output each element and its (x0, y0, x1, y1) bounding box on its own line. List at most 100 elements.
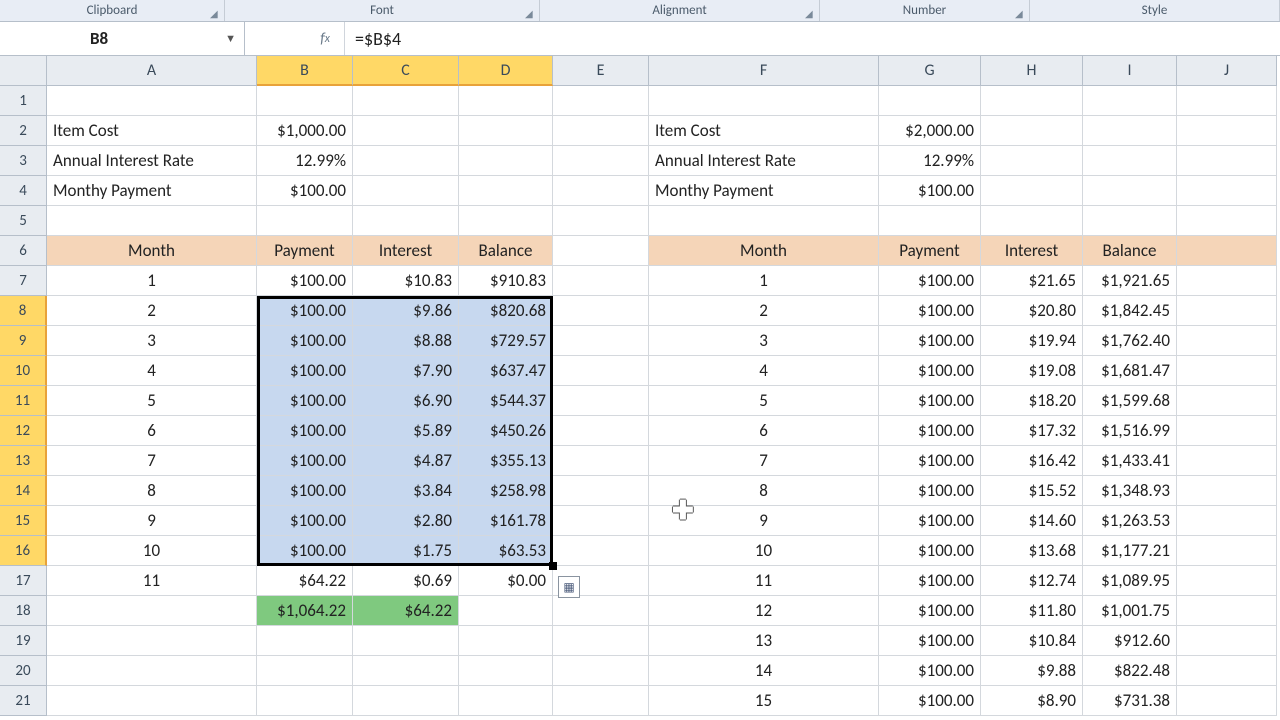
cell[interactable] (553, 296, 649, 326)
cell[interactable]: 3 (47, 326, 257, 356)
cell[interactable]: 9 (47, 506, 257, 536)
cell[interactable] (553, 116, 649, 146)
cell[interactable]: $820.68 (459, 296, 553, 326)
cell[interactable]: $12.74 (981, 566, 1083, 596)
cell[interactable]: $14.60 (981, 506, 1083, 536)
cell[interactable]: $100.00 (879, 686, 981, 716)
cell[interactable] (459, 86, 553, 116)
cell[interactable]: $355.13 (459, 446, 553, 476)
cell[interactable]: $11.80 (981, 596, 1083, 626)
cell[interactable]: Item Cost (47, 116, 257, 146)
cell[interactable] (47, 626, 257, 656)
cell[interactable] (353, 626, 459, 656)
cell[interactable]: 5 (47, 386, 257, 416)
cell[interactable]: $7.90 (353, 356, 459, 386)
cell[interactable]: $9.88 (981, 656, 1083, 686)
cell[interactable]: $100.00 (257, 176, 353, 206)
col-header-D[interactable]: D (459, 56, 553, 86)
dialog-launcher-icon[interactable]: ◢ (805, 7, 817, 19)
cell[interactable]: $13.68 (981, 536, 1083, 566)
cell[interactable] (47, 596, 257, 626)
cell[interactable] (459, 596, 553, 626)
row-header-16[interactable]: 16 (0, 536, 47, 566)
cell[interactable]: Interest (353, 236, 459, 266)
cell[interactable]: 8 (649, 476, 879, 506)
insert-function-button[interactable]: fx (245, 22, 345, 55)
cell[interactable]: $161.78 (459, 506, 553, 536)
cell[interactable] (1177, 326, 1277, 356)
cell[interactable]: $100.00 (257, 476, 353, 506)
row-header-20[interactable]: 20 (0, 656, 47, 686)
cell[interactable]: Payment (257, 236, 353, 266)
formula-input[interactable]: =$B$4 (345, 28, 1280, 50)
cell[interactable]: $21.65 (981, 266, 1083, 296)
cell[interactable]: $100.00 (257, 356, 353, 386)
cell[interactable] (1177, 566, 1277, 596)
cell[interactable] (1177, 416, 1277, 446)
cell[interactable] (459, 206, 553, 236)
cell[interactable]: 1 (649, 266, 879, 296)
cell[interactable]: $544.37 (459, 386, 553, 416)
cell[interactable]: 7 (649, 446, 879, 476)
cell[interactable] (1177, 386, 1277, 416)
cell[interactable]: $1,842.45 (1083, 296, 1177, 326)
cell[interactable]: $910.83 (459, 266, 553, 296)
row-header-14[interactable]: 14 (0, 476, 47, 506)
row-header-17[interactable]: 17 (0, 566, 47, 596)
cell[interactable] (1177, 686, 1277, 716)
cell[interactable]: $18.20 (981, 386, 1083, 416)
cell[interactable]: Payment (879, 236, 981, 266)
row-header-19[interactable]: 19 (0, 626, 47, 656)
cell[interactable]: 6 (649, 416, 879, 446)
cell[interactable]: $2,000.00 (879, 116, 981, 146)
cell[interactable]: $1,921.65 (1083, 266, 1177, 296)
cell[interactable]: $731.38 (1083, 686, 1177, 716)
cell[interactable] (353, 176, 459, 206)
cell[interactable] (649, 206, 879, 236)
cell[interactable] (459, 686, 553, 716)
name-box[interactable]: B8 ▼ (0, 22, 245, 55)
cell[interactable] (1083, 86, 1177, 116)
row-headers[interactable]: 123456789101112131415161718192021 (0, 86, 47, 716)
cell[interactable] (1177, 116, 1277, 146)
cell[interactable]: $100.00 (879, 476, 981, 506)
cell[interactable] (257, 86, 353, 116)
row-header-10[interactable]: 10 (0, 356, 47, 386)
cell[interactable]: $1,263.53 (1083, 506, 1177, 536)
cell[interactable] (553, 236, 649, 266)
cell[interactable] (1177, 176, 1277, 206)
cell[interactable]: 12.99% (257, 146, 353, 176)
row-header-11[interactable]: 11 (0, 386, 47, 416)
cell[interactable]: 6 (47, 416, 257, 446)
cell[interactable]: $100.00 (257, 446, 353, 476)
cell[interactable] (553, 416, 649, 446)
row-header-18[interactable]: 18 (0, 596, 47, 626)
dialog-launcher-icon[interactable]: ◢ (210, 7, 222, 19)
col-header-J[interactable]: J (1177, 56, 1277, 86)
cell[interactable] (553, 86, 649, 116)
cell[interactable]: $100.00 (879, 506, 981, 536)
cell[interactable] (47, 656, 257, 686)
cell[interactable]: 12 (649, 596, 879, 626)
dialog-launcher-icon[interactable]: ◢ (1015, 7, 1027, 19)
cell[interactable] (553, 446, 649, 476)
cell[interactable]: 9 (649, 506, 879, 536)
cell[interactable]: $8.90 (981, 686, 1083, 716)
cell[interactable]: $100.00 (257, 416, 353, 446)
cell[interactable] (1177, 476, 1277, 506)
row-header-4[interactable]: 4 (0, 176, 47, 206)
cell[interactable]: $10.83 (353, 266, 459, 296)
col-header-I[interactable]: I (1083, 56, 1177, 86)
cell[interactable] (1177, 206, 1277, 236)
cell[interactable] (353, 656, 459, 686)
row-header-12[interactable]: 12 (0, 416, 47, 446)
cell[interactable]: 14 (649, 656, 879, 686)
cell[interactable] (459, 116, 553, 146)
cell[interactable]: $1.75 (353, 536, 459, 566)
cell[interactable]: $100.00 (879, 326, 981, 356)
cell[interactable]: Monthy Payment (47, 176, 257, 206)
cell[interactable] (1177, 626, 1277, 656)
cell[interactable] (1177, 296, 1277, 326)
cell[interactable] (553, 596, 649, 626)
cell[interactable]: 5 (649, 386, 879, 416)
